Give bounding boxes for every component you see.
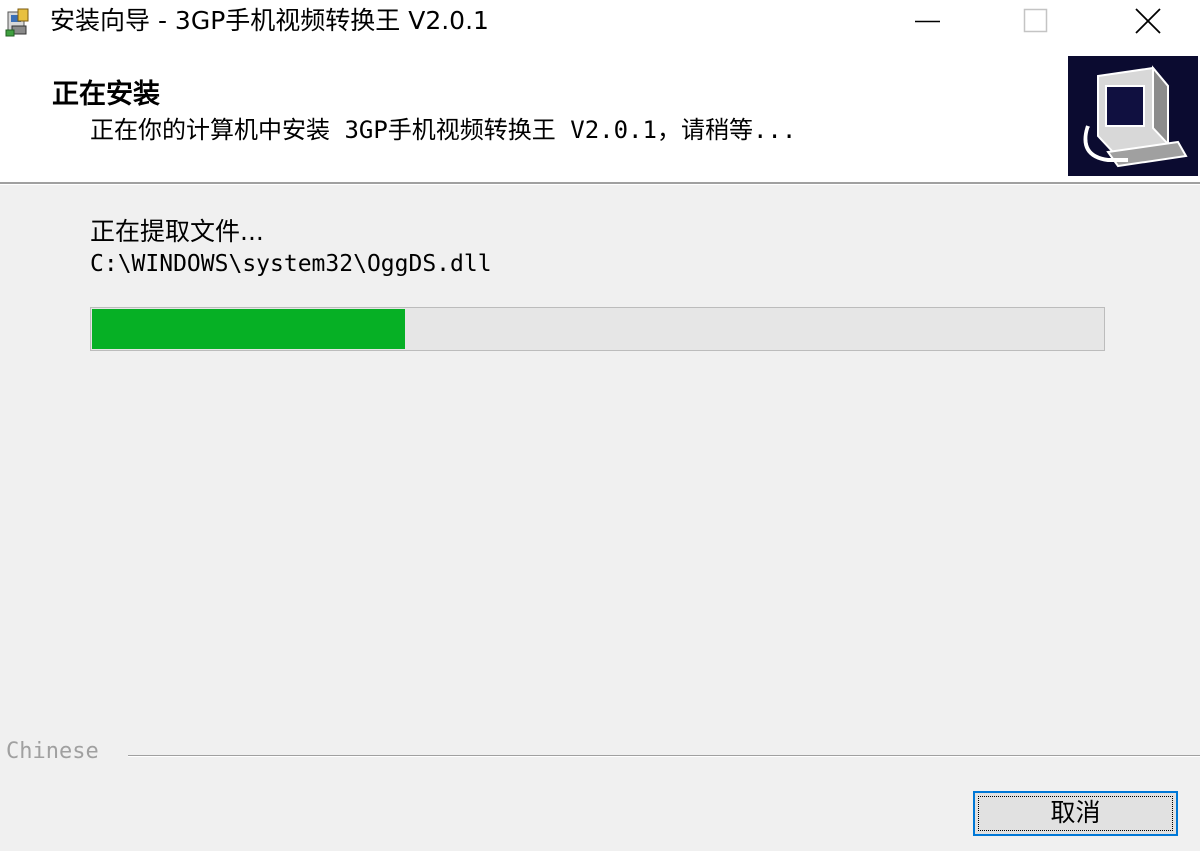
footer-divider-highlight	[128, 756, 1200, 757]
installer-window: 安装向导 - 3GP手机视频转换王 V2.0.1 正在安装 正在你的计算机中安装…	[0, 0, 1200, 851]
title-bar[interactable]: 安装向导 - 3GP手机视频转换王 V2.0.1	[0, 0, 1200, 42]
install-progress-bar	[90, 307, 1105, 351]
minimize-icon	[915, 20, 940, 23]
cancel-button[interactable]: 取消	[973, 791, 1178, 836]
maximize-icon	[1023, 8, 1048, 33]
maximize-button[interactable]	[990, 0, 1080, 42]
close-button[interactable]	[1100, 0, 1190, 42]
close-icon	[1135, 8, 1161, 34]
cancel-button-label: 取消	[1050, 798, 1101, 827]
current-file-path: C:\WINDOWS\system32\OggDS.dll	[90, 251, 492, 277]
page-subtitle: 正在你的计算机中安装 3GP手机视频转换王 V2.0.1，请稍等...	[90, 116, 797, 144]
window-title: 安装向导 - 3GP手机视频转换王 V2.0.1	[50, 6, 489, 35]
setup-computer-logo	[1068, 56, 1198, 176]
progress-fill	[92, 309, 405, 349]
page-title: 正在安装	[52, 79, 160, 110]
header-divider-highlight	[0, 184, 1200, 185]
extract-status-text: 正在提取文件...	[90, 217, 264, 246]
language-label: Chinese	[6, 739, 99, 764]
minimize-button[interactable]	[885, 0, 975, 42]
wizard-header: 正在安装 正在你的计算机中安装 3GP手机视频转换王 V2.0.1，请稍等...	[0, 42, 1200, 182]
installer-app-icon[interactable]	[4, 6, 36, 38]
